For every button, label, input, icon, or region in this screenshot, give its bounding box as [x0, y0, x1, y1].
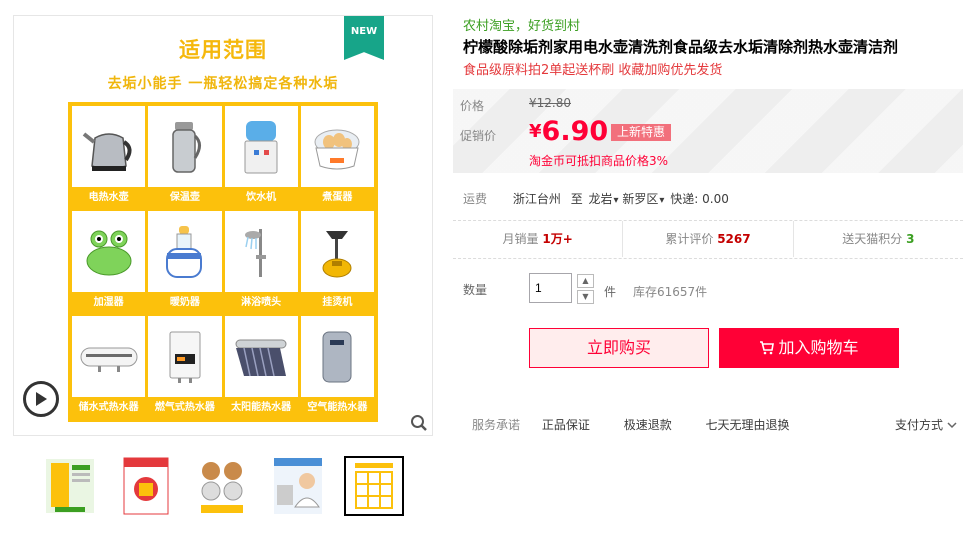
- promo-subtitle: 去垢小能手 一瓶轻松搞定各种水垢: [107, 76, 339, 92]
- service-promises: 服务承诺 正品保证 极速退款 七天无理由退换: [472, 416, 820, 433]
- heat-pump-water-heater-icon: [322, 331, 352, 382]
- video-play-button[interactable]: [23, 381, 59, 417]
- kettle-icon: [82, 131, 132, 171]
- appliance-label: 淋浴喷头: [241, 297, 282, 308]
- thumbnail-5-active[interactable]: [344, 456, 404, 516]
- appliance-cell: 煮蛋器: [300, 106, 374, 208]
- thumbnail-3[interactable]: [192, 456, 252, 516]
- appliance-cell: 燃气式热水器: [148, 316, 222, 418]
- review-count[interactable]: 累计评价 5267: [623, 221, 794, 257]
- buy-now-button[interactable]: 立即购买: [529, 328, 709, 368]
- quantity-increase-button[interactable]: ▲: [577, 274, 594, 288]
- appliance-cell: 加湿器: [72, 211, 146, 313]
- gas-water-heater-icon: [169, 331, 201, 383]
- payment-methods-dropdown[interactable]: 支付方式: [895, 416, 957, 433]
- appliance-cell: 挂烫机: [300, 211, 374, 313]
- service-item[interactable]: 正品保证: [542, 418, 590, 432]
- service-label: 服务承诺: [472, 418, 521, 432]
- appliance-label: 挂烫机: [322, 297, 353, 308]
- appliance-cell: 空气能热水器: [300, 316, 374, 418]
- water-dispenser-icon: [244, 120, 278, 173]
- thumbnail-strip: [40, 456, 420, 516]
- appliance-cell: 保温壶: [148, 106, 222, 208]
- appliance-label: 饮水机: [246, 192, 277, 203]
- tmall-points: 送天猫积分 3: [842, 232, 915, 246]
- quantity-input[interactable]: [529, 273, 572, 303]
- quantity-decrease-button[interactable]: ▼: [577, 290, 594, 304]
- play-icon: [36, 392, 47, 406]
- appliance-label: 太阳能热水器: [231, 402, 292, 413]
- appliance-cell: 淋浴喷头: [224, 211, 298, 313]
- promo-badge: 上新特惠: [611, 124, 672, 141]
- egg-boiler-icon: [314, 129, 360, 169]
- chevron-down-icon: [947, 422, 957, 429]
- quantity-unit: 件: [604, 285, 617, 299]
- appliance-label: 保温壶: [169, 192, 200, 203]
- express-fee: 快递: 0.00: [670, 192, 729, 206]
- original-price-label: 价格: [460, 99, 485, 113]
- appliance-label: 燃气式热水器: [154, 402, 215, 413]
- cart-icon: [760, 341, 775, 355]
- thermos-icon: [172, 121, 201, 173]
- service-item[interactable]: 极速退款: [624, 418, 672, 432]
- add-to-cart-button[interactable]: 加入购物车: [719, 328, 899, 368]
- price-panel: 价格 ¥12.80 促销价 ¥6.90 上新特惠 淘金币可抵扣商品价格3%: [453, 89, 963, 173]
- scale-comparison-icon: [201, 462, 243, 513]
- appliance-label: 储水式热水器: [78, 402, 139, 413]
- original-price: ¥12.80: [529, 96, 571, 110]
- humidifier-icon: [86, 230, 132, 275]
- promo-price-value: 6.90: [541, 116, 609, 147]
- expert-portrait-icon: [274, 458, 322, 514]
- appliance-cell: 太阳能热水器: [224, 316, 298, 418]
- currency-symbol: ¥: [529, 121, 542, 142]
- promo-price-label: 促销价: [460, 129, 497, 143]
- store-tagline[interactable]: 农村淘宝，好货到村: [463, 15, 580, 34]
- thumbnail-4[interactable]: [268, 456, 328, 516]
- appliance-cell: 储水式热水器: [72, 316, 146, 418]
- appliance-cell: 暖奶器: [148, 211, 222, 313]
- add-to-cart-label: 加入购物车: [778, 338, 859, 357]
- solar-water-heater-icon: [235, 339, 287, 376]
- payment-label: 支付方式: [895, 418, 944, 432]
- shipping-label: 运费: [463, 192, 488, 206]
- zoom-icon[interactable]: [410, 414, 428, 432]
- main-product-image[interactable]: NEW 适用范围 去垢小能手 一瓶轻松搞定各种水垢 电热水壶 保温壶 饮水机 煮…: [13, 15, 433, 436]
- product-title: 柠檬酸除垢剂家用电水壶清洗剂食品级去水垢清除剂热水壶清洁剂: [463, 38, 899, 56]
- shower-head-icon: [245, 228, 267, 277]
- bottle-warmer-icon: [165, 225, 202, 278]
- promo-price: ¥6.90: [529, 116, 608, 147]
- product-box-icon: [46, 459, 94, 513]
- shipping-row: 运费 浙江台州 至 龙岩 新罗区 快递: 0.00: [463, 190, 729, 207]
- appliance-label: 空气能热水器: [307, 402, 368, 413]
- thumbnail-2[interactable]: [116, 456, 176, 516]
- appliance-label: 暖奶器: [169, 297, 200, 308]
- appliance-cell: 饮水机: [224, 106, 298, 208]
- tank-water-heater-icon: [80, 347, 138, 372]
- appliance-label: 煮蛋器: [322, 192, 353, 203]
- appliance-label: 加湿器: [93, 297, 124, 308]
- city-select[interactable]: 龙岩: [589, 192, 619, 206]
- district-select[interactable]: 新罗区: [622, 192, 664, 206]
- promo-poster-icon: [123, 457, 169, 515]
- thumbnail-1[interactable]: [40, 456, 100, 516]
- divider: [453, 258, 963, 259]
- monthly-sales: 月销量 1万+: [453, 221, 624, 257]
- stock-count: 库存61657件: [633, 285, 708, 299]
- product-details: 农村淘宝，好货到村 柠檬酸除垢剂家用电水壶清洗剂食品级去水垢清除剂热水壶清洁剂 …: [453, 0, 966, 543]
- appliance-grid: 电热水壶 保温壶 饮水机 煮蛋器 加湿器 暖奶器 淋浴喷头 挂烫机 储水式热水器…: [68, 102, 378, 422]
- quantity-label: 数量: [463, 283, 488, 297]
- appliance-cell: 电热水壶: [72, 106, 146, 208]
- ship-to-word: 至: [570, 192, 583, 206]
- ship-from: 浙江台州: [512, 192, 561, 206]
- promo-title: 适用范围: [179, 38, 267, 62]
- sales-stats: 月销量 1万+ 累计评价 5267 送天猫积分 3: [453, 221, 963, 257]
- garment-steamer-icon: [322, 230, 352, 277]
- product-subtitle: 食品级原料拍2单起送杯刷 收藏加购优先发货: [463, 63, 723, 78]
- service-item[interactable]: 七天无理由退换: [706, 418, 790, 432]
- appliance-label: 电热水壶: [88, 192, 129, 203]
- usage-scope-icon: [349, 459, 399, 513]
- coin-discount-note: 淘金币可抵扣商品价格3%: [529, 154, 669, 168]
